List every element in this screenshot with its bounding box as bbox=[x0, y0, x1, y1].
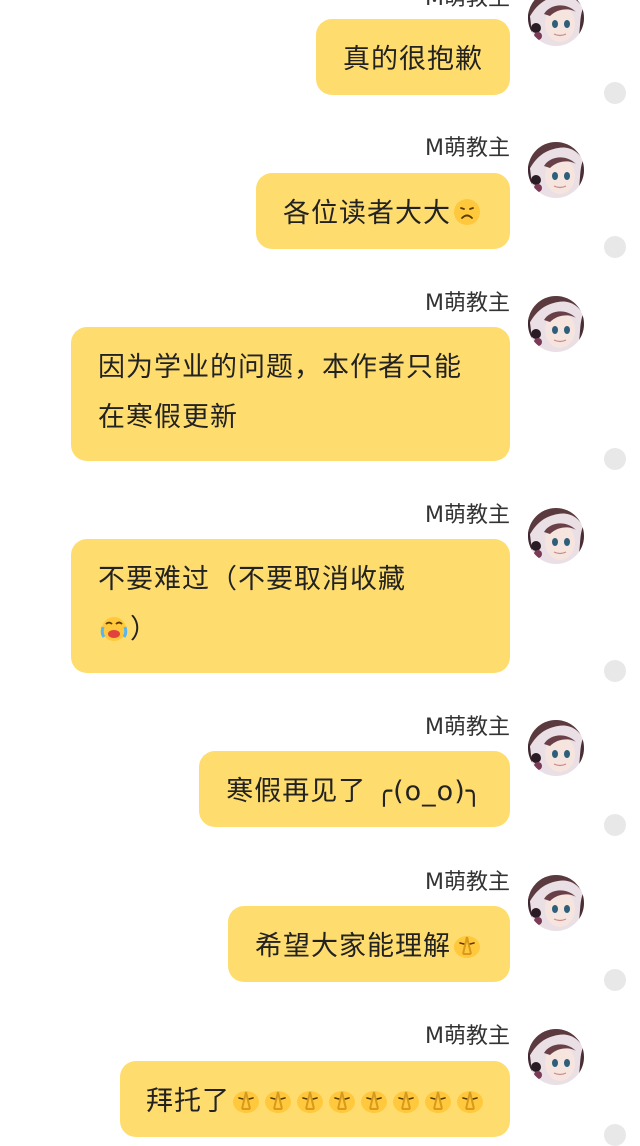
message-text: 各位读者大大 bbox=[283, 198, 451, 229]
avatar[interactable] bbox=[528, 875, 584, 931]
message-text: 真的很抱歉 bbox=[343, 44, 483, 75]
message-bubble[interactable]: 因为学业的问题，本作者只能在寒假更新 bbox=[71, 327, 510, 461]
message-bubble[interactable]: 各位读者大大 bbox=[256, 173, 510, 249]
praying-hands-icon bbox=[452, 930, 482, 960]
avatar[interactable] bbox=[528, 1029, 584, 1085]
avatar[interactable] bbox=[528, 296, 584, 352]
status-dot bbox=[604, 82, 626, 104]
sad-face-icon bbox=[452, 197, 482, 227]
praying-hands-icon bbox=[327, 1085, 357, 1115]
message-text: 拜托了 bbox=[146, 1086, 230, 1117]
praying-hands-icon bbox=[423, 1085, 453, 1115]
message-bubble[interactable]: 真的很抱歉 bbox=[316, 19, 510, 95]
sender-name: M萌教主 bbox=[425, 715, 510, 740]
avatar[interactable] bbox=[528, 508, 584, 564]
message-bubble[interactable]: 拜托了 bbox=[120, 1061, 510, 1137]
avatar[interactable] bbox=[528, 0, 584, 46]
message-text: 不要难过（不要取消收藏 bbox=[98, 564, 406, 595]
message-text: 希望大家能理解 bbox=[255, 931, 451, 962]
message-bubble[interactable]: 不要难过（不要取消收藏 ） bbox=[71, 539, 510, 673]
status-dot bbox=[604, 236, 626, 258]
avatar[interactable] bbox=[528, 142, 584, 198]
sender-name: M萌教主 bbox=[425, 870, 510, 895]
praying-hands-icon bbox=[295, 1085, 325, 1115]
praying-hands-icon bbox=[391, 1085, 421, 1115]
message-bubble[interactable]: 寒假再见了 ╭(o_o)╮ bbox=[199, 751, 510, 827]
message-bubble[interactable]: 希望大家能理解 bbox=[228, 906, 510, 982]
praying-hands-icon bbox=[231, 1085, 261, 1115]
praying-hands-icon bbox=[455, 1085, 485, 1115]
status-dot bbox=[604, 448, 626, 470]
sender-name: M萌教主 bbox=[425, 1024, 510, 1049]
sender-name: M萌教主 bbox=[425, 503, 510, 528]
praying-hands-icon bbox=[359, 1085, 389, 1115]
status-dot bbox=[604, 1124, 626, 1146]
message-text: 因为学业的问题，本作者只能在寒假更新 bbox=[98, 352, 462, 433]
sender-name: M萌教主 bbox=[425, 291, 510, 316]
praying-hands-icon bbox=[263, 1085, 293, 1115]
crying-face-icon bbox=[99, 613, 129, 643]
sender-name: M萌教主 bbox=[425, 0, 510, 12]
sender-name: M萌教主 bbox=[425, 136, 510, 161]
status-dot bbox=[604, 969, 626, 991]
status-dot bbox=[604, 814, 626, 836]
status-dot bbox=[604, 660, 626, 682]
message-text: 寒假再见了 ╭(o_o)╮ bbox=[226, 776, 483, 807]
avatar[interactable] bbox=[528, 720, 584, 776]
message-text-tail: ） bbox=[130, 614, 158, 645]
